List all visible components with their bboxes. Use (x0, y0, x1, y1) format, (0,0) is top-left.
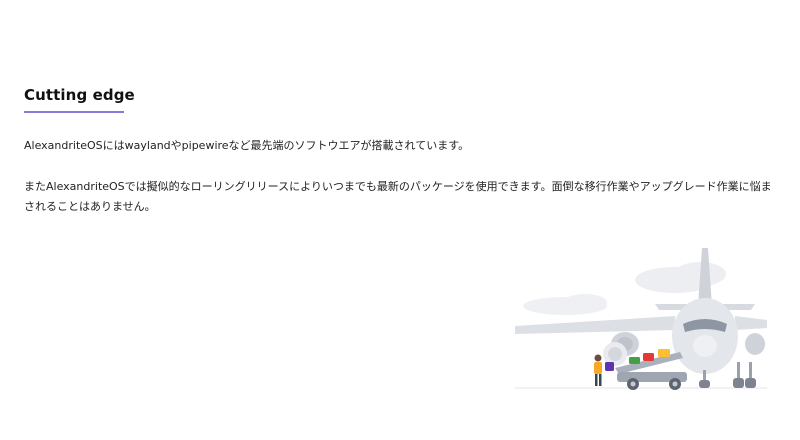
worker-icon (594, 354, 602, 386)
section-heading: Cutting edge (24, 86, 135, 104)
rolling-release-paragraph: またAlexandriteOSでは擬似的なローリングリリースによりいつまでも最新… (24, 180, 772, 213)
intro-paragraph: AlexandriteOSにはwaylandやpipewireなど最先端のソフト… (24, 139, 470, 152)
page: Cutting edge AlexandriteOSにはwaylandやpipe… (0, 0, 800, 440)
heading-underline (24, 111, 124, 113)
airplane-illustration (515, 248, 767, 390)
